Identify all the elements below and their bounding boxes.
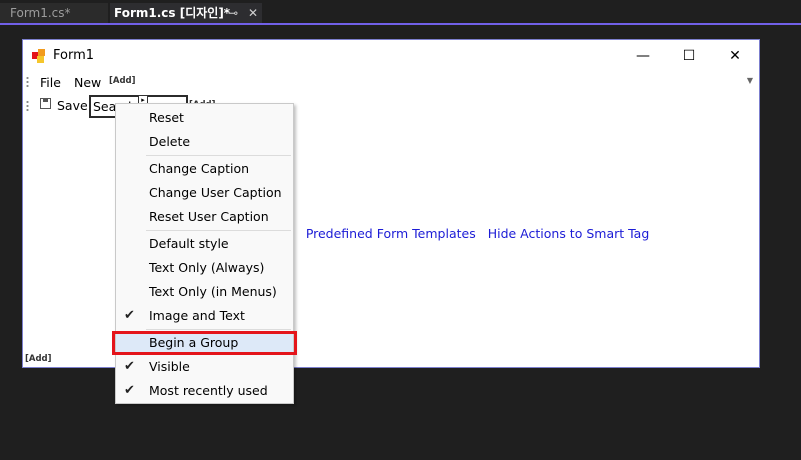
separator bbox=[146, 230, 291, 231]
maximize-button[interactable]: ☐ bbox=[666, 42, 712, 70]
tab-label: Form1.cs [디자인]* bbox=[114, 6, 231, 20]
link-hide-actions-to-smart-tag[interactable]: Hide Actions to Smart Tag bbox=[488, 226, 650, 241]
ctx-item-most-recently-used[interactable]: ✔ Most recently used bbox=[116, 379, 293, 403]
ctx-item-reset[interactable]: Reset bbox=[116, 106, 293, 130]
checkmark-icon: ✔ bbox=[124, 359, 135, 374]
save-icon[interactable] bbox=[40, 98, 51, 109]
context-menu: Reset Delete Change Caption Change User … bbox=[115, 103, 294, 404]
menu-file[interactable]: File bbox=[40, 75, 61, 90]
ctx-item-label: Text Only (in Menus) bbox=[149, 284, 277, 299]
checkmark-icon: ✔ bbox=[124, 383, 135, 398]
checkmark-icon: ✔ bbox=[124, 308, 135, 323]
app-icon bbox=[32, 49, 46, 63]
close-icon[interactable]: ✕ bbox=[248, 3, 258, 23]
ctx-item-change-caption[interactable]: Change Caption bbox=[116, 157, 293, 181]
ctx-item-label: Change User Caption bbox=[149, 185, 282, 200]
ctx-item-label: Default style bbox=[149, 236, 229, 251]
ctx-item-begin-a-group[interactable]: Begin a Group bbox=[116, 331, 293, 355]
menu-grip-icon[interactable] bbox=[26, 76, 29, 88]
menu-add-item[interactable]: [Add] bbox=[109, 76, 136, 86]
ctx-item-label: Delete bbox=[149, 134, 191, 149]
separator bbox=[146, 329, 291, 330]
ctx-item-label: Image and Text bbox=[149, 308, 245, 323]
ctx-item-label: Reset bbox=[149, 110, 184, 125]
ctx-item-default-style[interactable]: Default style bbox=[116, 232, 293, 256]
ctx-item-text-only-in-menus[interactable]: Text Only (in Menus) bbox=[116, 280, 293, 304]
ctx-item-label: Begin a Group bbox=[149, 335, 239, 350]
statusbar-add-item[interactable]: [Add] bbox=[25, 354, 52, 364]
menu-overflow-icon[interactable]: ▼ bbox=[747, 76, 753, 85]
tab-label: Form1.cs* bbox=[10, 6, 71, 20]
close-button[interactable]: ✕ bbox=[712, 42, 758, 70]
document-tab-strip: Form1.cs* Form1.cs [디자인]* ⊸ ✕ bbox=[0, 0, 801, 25]
title-bar: Form1 — ☐ ✕ bbox=[23, 40, 759, 72]
pin-icon[interactable]: ⊸ bbox=[228, 3, 238, 23]
toolbar-save-button[interactable]: Save bbox=[57, 98, 88, 113]
ctx-item-label: Visible bbox=[149, 359, 190, 374]
ctx-item-label: Text Only (Always) bbox=[149, 260, 265, 275]
toolbar-grip-icon[interactable] bbox=[26, 100, 29, 112]
ctx-item-change-user-caption[interactable]: Change User Caption bbox=[116, 181, 293, 205]
minimize-button[interactable]: — bbox=[620, 42, 666, 70]
ctx-item-delete[interactable]: Delete bbox=[116, 130, 293, 154]
ctx-item-image-and-text[interactable]: ✔ Image and Text bbox=[116, 304, 293, 328]
ctx-item-label: Change Caption bbox=[149, 161, 250, 176]
tab-form1-designer[interactable]: Form1.cs [디자인]* ⊸ ✕ bbox=[110, 3, 262, 23]
ctx-item-reset-user-caption[interactable]: Reset User Caption bbox=[116, 205, 293, 229]
designer-action-links: nt Predefined Form Templates Hide Action… bbox=[281, 226, 657, 241]
separator bbox=[146, 155, 291, 156]
ctx-item-visible[interactable]: ✔ Visible bbox=[116, 355, 293, 379]
ctx-item-label: Most recently used bbox=[149, 383, 268, 398]
tab-form1-code[interactable]: Form1.cs* bbox=[0, 3, 108, 23]
link-predefined-form-templates[interactable]: Predefined Form Templates bbox=[306, 226, 476, 241]
menu-new[interactable]: New bbox=[74, 75, 101, 90]
ctx-item-label: Reset User Caption bbox=[149, 209, 269, 224]
menu-bar: File New [Add] ▼ bbox=[23, 73, 759, 93]
ctx-item-text-only-always[interactable]: Text Only (Always) bbox=[116, 256, 293, 280]
form-title: Form1 bbox=[53, 48, 95, 63]
